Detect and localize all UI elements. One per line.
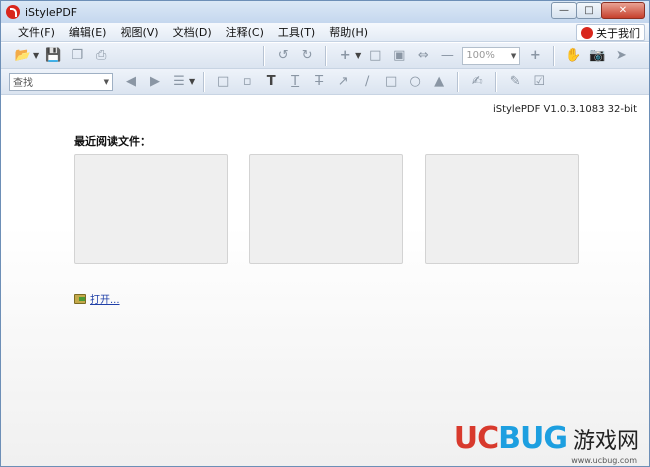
search-options-dropdown-icon[interactable]: ▼ <box>189 77 195 86</box>
arrow-icon[interactable]: ↗ <box>333 72 353 92</box>
open-file-link[interactable]: 打开... <box>90 291 120 306</box>
about-us-button[interactable]: 关于我们 <box>576 24 645 41</box>
menu-edit[interactable]: 编辑(E) <box>62 24 114 40</box>
add-dropdown-icon[interactable]: ▼ <box>355 51 361 60</box>
save-all-icon[interactable]: ❐ <box>67 46 87 66</box>
recent-file-slot-3[interactable] <box>425 154 579 264</box>
window-title: iStylePDF <box>25 5 78 19</box>
save-icon[interactable]: 💾 <box>43 46 63 66</box>
recent-file-slot-2[interactable] <box>249 154 403 264</box>
note-icon[interactable]: □ <box>213 72 233 92</box>
edit-form-icon[interactable]: ✎ <box>505 72 525 92</box>
search-dropdown-icon: ▼ <box>103 77 109 86</box>
toolbar-separator <box>495 71 498 92</box>
version-label: iStylePDF V1.0.3.1083 32-bit <box>492 104 637 115</box>
stamp-icon[interactable]: ▲ <box>429 72 449 92</box>
line-icon[interactable]: ∕ <box>357 72 377 92</box>
zoom-value: 100% <box>466 50 495 61</box>
menu-comment[interactable]: 注释(C) <box>219 24 271 40</box>
circle-icon[interactable]: ○ <box>405 72 425 92</box>
menu-document[interactable]: 文档(D) <box>166 24 219 40</box>
watermark-uc: UC <box>453 421 499 456</box>
search-options-icon[interactable]: ☰ <box>169 72 189 92</box>
open-folder-icon[interactable]: 📂 <box>13 46 33 66</box>
text-highlight-icon[interactable]: T <box>261 72 281 92</box>
maximize-button[interactable]: □ <box>576 2 602 19</box>
next-icon[interactable]: ▶ <box>145 72 165 92</box>
fit-width-icon[interactable]: ⇔ <box>413 46 433 66</box>
menu-tools[interactable]: 工具(T) <box>271 24 322 40</box>
toolbar-separator <box>325 45 328 66</box>
zoom-in-icon[interactable]: + <box>525 46 545 66</box>
main-toolbar: 📂 ▼ 💾 ❐ ⎙ ↺ ↻ + ▼ □ ▣ ⇔ — 100% ▼ + ✋ 📷 ➤ <box>1 43 649 69</box>
watermark-url: www.ucbug.com <box>571 456 637 465</box>
menu-file[interactable]: 文件(F) <box>11 24 62 40</box>
text-strikeout-icon[interactable]: T <box>309 72 329 92</box>
watermark-logo: UC BUG 游戏网 www.ucbug.com <box>453 421 639 465</box>
menu-view[interactable]: 视图(V) <box>113 24 165 40</box>
select-tool-icon[interactable]: ➤ <box>611 46 631 66</box>
close-button[interactable]: ✕ <box>601 2 645 19</box>
zoom-out-icon[interactable]: — <box>437 46 457 66</box>
rotate-left-icon[interactable]: ↺ <box>273 46 293 66</box>
about-us-label: 关于我们 <box>596 26 640 40</box>
search-input[interactable]: 查找 ▼ <box>9 72 113 91</box>
menu-bar: 文件(F) 编辑(E) 视图(V) 文档(D) 注释(C) 工具(T) 帮助(H… <box>1 23 649 42</box>
start-page: iStylePDF V1.0.3.1083 32-bit 最近阅读文件： 打开.… <box>1 96 649 466</box>
zoom-select[interactable]: 100% ▼ <box>462 46 521 65</box>
about-logo-icon <box>581 26 593 39</box>
toolbar-separator <box>457 71 460 92</box>
open-dropdown-icon[interactable]: ▼ <box>33 51 39 60</box>
annotation-toolbar: 查找 ▼ ◀ ▶ ☰ ▼ □ ▫ T T T ↗ ∕ □ ○ ▲ ✍ ✎ ☑ <box>1 69 649 95</box>
add-icon[interactable]: + <box>335 46 355 66</box>
print-icon[interactable]: ⎙ <box>91 46 111 66</box>
toolbar-separator <box>263 45 266 66</box>
open-file-icon <box>74 293 86 304</box>
window-controls: — □ ✕ <box>551 2 645 19</box>
app-logo-icon <box>6 5 20 19</box>
search-label: 查找 <box>13 78 33 89</box>
menu-help[interactable]: 帮助(H) <box>322 24 375 40</box>
toolbar-separator <box>553 45 556 66</box>
snapshot-icon[interactable]: 📷 <box>587 46 607 66</box>
form-tool-icon[interactable]: ☑ <box>529 72 549 92</box>
previous-icon[interactable]: ◀ <box>121 72 141 92</box>
app-window: iStylePDF — □ ✕ 文件(F) 编辑(E) 视图(V) 文档(D) … <box>0 0 650 467</box>
rectangle-icon[interactable]: □ <box>381 72 401 92</box>
toolbar-separator <box>203 71 206 92</box>
watermark-bug: BUG <box>498 421 568 456</box>
textbox-icon[interactable]: ▫ <box>237 72 257 92</box>
zoom-dropdown-icon: ▼ <box>510 51 517 60</box>
minimize-button[interactable]: — <box>551 2 577 19</box>
title-bar: iStylePDF — □ ✕ <box>1 1 649 23</box>
actual-size-icon[interactable]: □ <box>365 46 385 66</box>
recent-files-title: 最近阅读文件： <box>74 135 151 148</box>
sign-icon[interactable]: ✍ <box>467 72 487 92</box>
hand-tool-icon[interactable]: ✋ <box>563 46 583 66</box>
rotate-right-icon[interactable]: ↻ <box>297 46 317 66</box>
open-file-row[interactable]: 打开... <box>74 291 120 306</box>
recent-file-slot-1[interactable] <box>74 154 228 264</box>
fit-page-icon[interactable]: ▣ <box>389 46 409 66</box>
watermark-cn: 游戏网 <box>572 428 639 454</box>
text-underline-icon[interactable]: T <box>285 72 305 92</box>
